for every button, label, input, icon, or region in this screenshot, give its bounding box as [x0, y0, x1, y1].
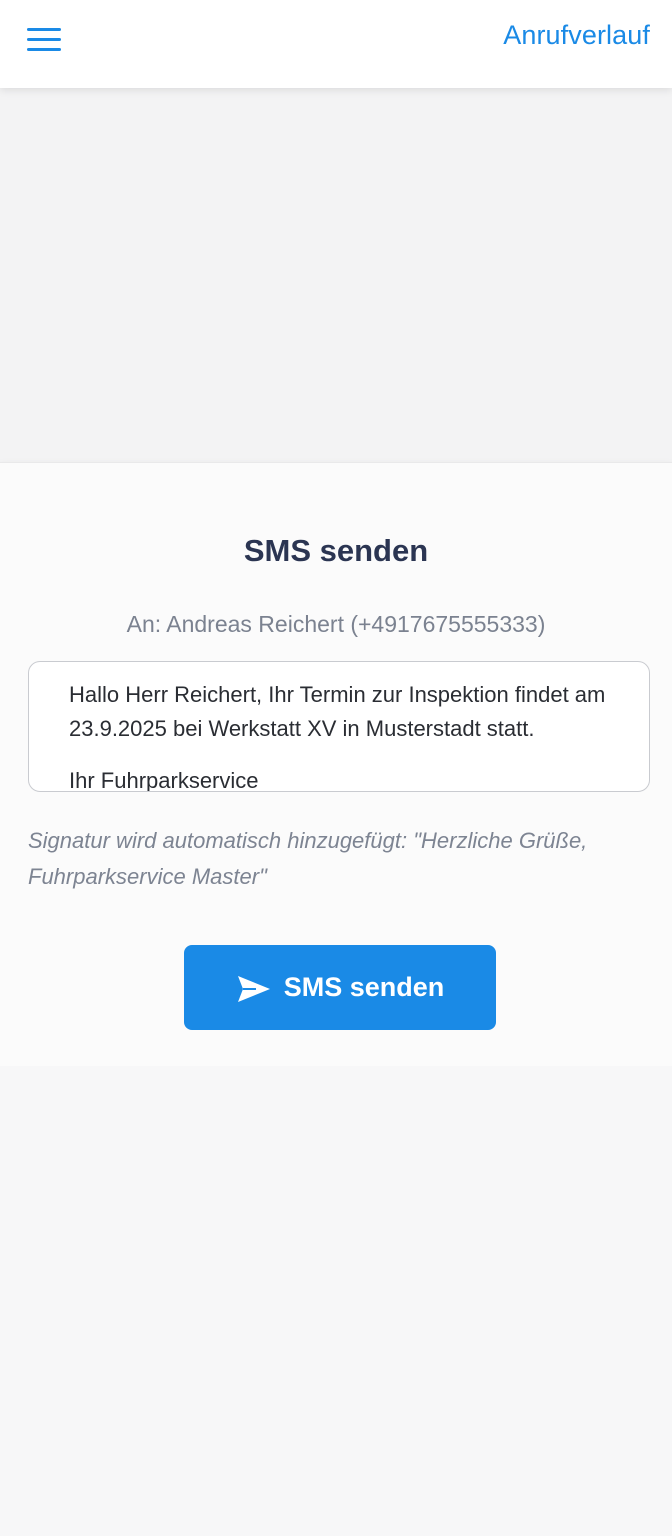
menu-line [27, 28, 61, 31]
sms-card: SMS senden An: Andreas Reichert (+491767… [0, 462, 672, 1067]
menu-line [27, 48, 61, 51]
message-textarea[interactable]: Hallo Herr Reichert, Ihr Termin zur Insp… [28, 661, 650, 792]
message-line: Ihr Fuhrparkservice [69, 768, 259, 792]
sms-title: SMS senden [243, 533, 429, 568]
call-history-link[interactable]: Anrufverlauf [503, 20, 650, 51]
recipient-label: An: Andreas Reichert (+4917675555333) [126, 611, 546, 637]
message-line: Hallo Herr Reichert, Ihr Termin zur Insp… [69, 682, 606, 741]
background-area-top [0, 88, 672, 462]
send-button-label: SMS senden [283, 972, 445, 1002]
top-app-bar: Anrufverlauf [0, 0, 672, 88]
menu-line [27, 38, 61, 41]
signature-hint: Signatur wird automatisch hinzugefügt: "… [28, 828, 588, 889]
send-sms-button[interactable]: SMS senden [184, 945, 496, 1030]
hamburger-menu-icon[interactable] [22, 20, 66, 60]
send-icon [237, 975, 270, 1002]
background-area-bottom [0, 1066, 672, 1536]
